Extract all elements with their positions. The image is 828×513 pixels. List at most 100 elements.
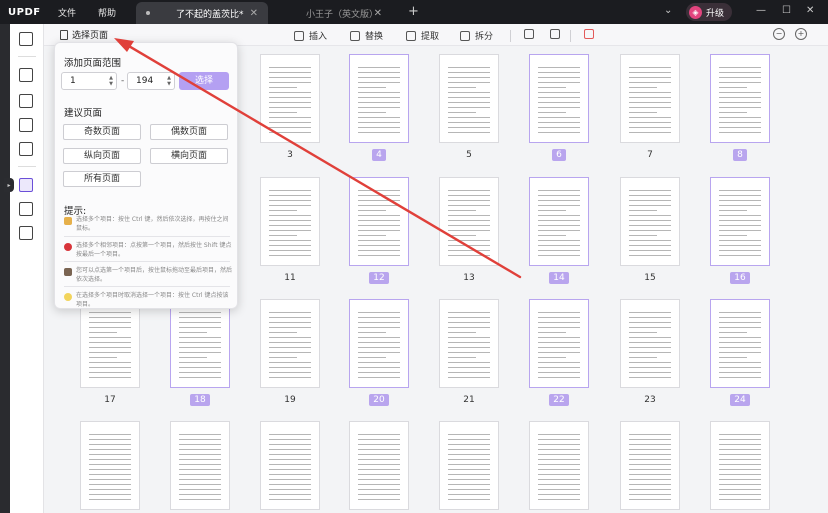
menu-file[interactable]: 文件 (58, 6, 76, 19)
tip-4-text: 在选择多个项目时取消选择一个项目：按住 Ctrl 键点按该项目。 (76, 292, 229, 308)
text-line (269, 464, 311, 465)
page-thumbnail[interactable] (349, 54, 409, 143)
page-thumbnail[interactable] (349, 421, 409, 510)
rotate-left-button[interactable] (524, 29, 534, 39)
page-thumbnail[interactable] (439, 299, 499, 388)
collapse-handle-icon[interactable]: ▸ (4, 178, 14, 192)
tab-close-icon[interactable]: ✕ (374, 8, 382, 19)
text-line (269, 337, 311, 338)
page-number: 21 (439, 394, 499, 406)
text-line (538, 205, 580, 206)
page-thumbnail[interactable] (80, 299, 140, 388)
page-thumbnail[interactable] (170, 299, 230, 388)
landscape-pages-button[interactable]: 横向页面 (150, 148, 228, 164)
convert-icon[interactable] (19, 118, 33, 132)
page-thumbnail[interactable] (80, 421, 140, 510)
maximize-icon[interactable]: ☐ (782, 5, 791, 16)
select-pages-button[interactable]: 选择页面 (60, 28, 108, 41)
tab-little-prince[interactable]: 小王子（英文版） ✕ (270, 2, 392, 24)
text-line (269, 102, 311, 103)
stepper-icon[interactable]: ▲ ▼ (167, 75, 171, 87)
menu-help[interactable]: 帮助 (98, 6, 116, 19)
even-pages-button[interactable]: 偶数页面 (150, 124, 228, 140)
text-line (719, 377, 761, 378)
edit-icon[interactable] (19, 94, 33, 108)
page-thumbnail[interactable] (529, 54, 589, 143)
page-thumbnail[interactable] (439, 421, 499, 510)
range-to-input[interactable]: 194 ▲ ▼ (127, 72, 175, 90)
page-thumbnail[interactable] (710, 421, 770, 510)
text-line (448, 215, 490, 216)
text-line (719, 112, 747, 113)
page-thumbnail[interactable] (260, 421, 320, 510)
text-line (358, 210, 386, 211)
page-thumbnail[interactable] (710, 177, 770, 266)
page-thumbnail[interactable] (349, 177, 409, 266)
tab-close-icon[interactable]: ✕ (250, 8, 258, 19)
new-tab-icon[interactable]: + (408, 4, 419, 19)
portrait-pages-button[interactable]: 纵向页面 (63, 148, 141, 164)
page-thumbnail[interactable] (620, 299, 680, 388)
extract-button[interactable]: 提取 (406, 29, 439, 42)
page-thumbnail[interactable] (260, 177, 320, 266)
select-button[interactable]: 选择 (179, 72, 229, 90)
page-thumbnail[interactable] (710, 299, 770, 388)
text-line (719, 220, 761, 221)
text-line (448, 132, 490, 133)
text-line (629, 225, 671, 226)
range-from-input[interactable]: 1 ▲ ▼ (61, 72, 117, 90)
text-line (719, 444, 761, 445)
page-thumbnail[interactable] (620, 177, 680, 266)
text-line (358, 327, 400, 328)
text-line (719, 312, 761, 313)
page-thumbnail[interactable] (439, 177, 499, 266)
zoom-in-icon[interactable]: + (795, 28, 807, 40)
layers-icon[interactable] (19, 226, 33, 240)
text-line (269, 372, 311, 373)
comment-icon[interactable] (19, 68, 33, 82)
all-pages-button[interactable]: 所有页面 (63, 171, 141, 187)
page-thumbnail[interactable] (349, 299, 409, 388)
text-line (269, 97, 311, 98)
zoom-out-icon[interactable]: − (773, 28, 785, 40)
page-thumbnail[interactable] (260, 54, 320, 143)
text-line (358, 132, 400, 133)
text-line (448, 342, 490, 343)
text-line (719, 362, 761, 363)
insert-button[interactable]: 插入 (294, 29, 327, 42)
page-thumbnail[interactable] (620, 421, 680, 510)
page-thumbnail[interactable] (439, 54, 499, 143)
upgrade-button[interactable]: ◈ 升级 (686, 3, 732, 21)
close-window-icon[interactable]: ✕ (806, 5, 814, 16)
delete-button[interactable] (584, 29, 594, 39)
select-pages-label: 选择页面 (72, 31, 109, 41)
text-line (719, 97, 761, 98)
text-line (89, 332, 117, 333)
rotate-right-button[interactable] (550, 29, 560, 39)
text-line (538, 439, 580, 440)
text-line (448, 469, 490, 470)
text-line (719, 67, 761, 68)
page-thumbnail[interactable] (170, 421, 230, 510)
page-thumbnail[interactable] (529, 299, 589, 388)
form-icon[interactable] (19, 142, 33, 156)
page-thumbnail[interactable] (620, 54, 680, 143)
text-line (629, 230, 671, 231)
replace-button[interactable]: 替换 (350, 29, 383, 42)
text-line (358, 332, 386, 333)
organize-pages-icon[interactable] (19, 178, 33, 192)
page-thumbnail[interactable] (710, 54, 770, 143)
tab-gatsby[interactable]: 了不起的盖茨比* ✕ (136, 2, 268, 24)
odd-pages-button[interactable]: 奇数页面 (63, 124, 141, 140)
reader-icon[interactable] (19, 32, 33, 46)
chevron-down-icon[interactable]: ⌄ (664, 5, 672, 16)
crop-icon[interactable] (19, 202, 33, 216)
page-number: 11 (260, 272, 320, 284)
split-button[interactable]: 拆分 (460, 29, 493, 42)
text-line (719, 235, 747, 236)
stepper-icon[interactable]: ▲ ▼ (109, 75, 113, 87)
page-thumbnail[interactable] (260, 299, 320, 388)
page-thumbnail[interactable] (529, 421, 589, 510)
minimize-icon[interactable]: — (756, 5, 766, 16)
page-thumbnail[interactable] (529, 177, 589, 266)
